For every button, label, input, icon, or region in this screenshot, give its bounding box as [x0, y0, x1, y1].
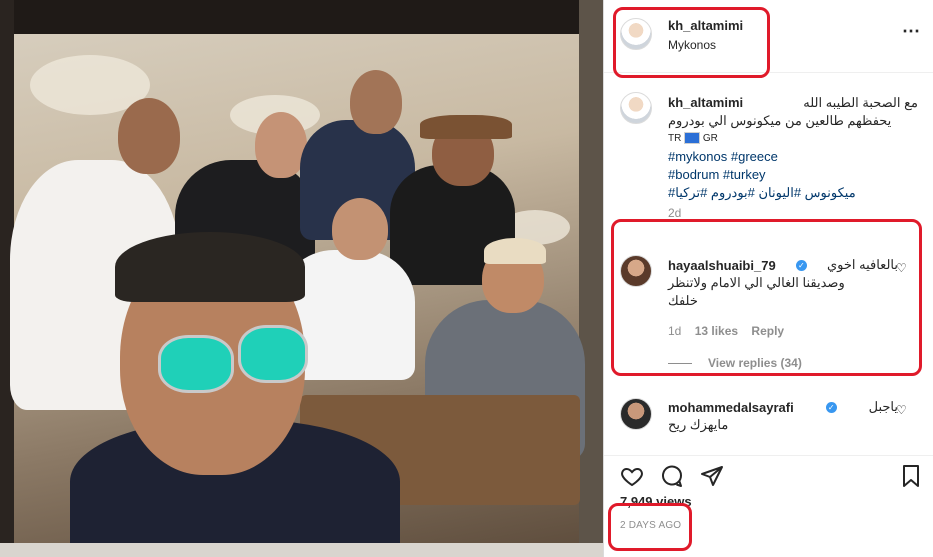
post-photo[interactable] [0, 0, 603, 557]
cabin-wall [579, 0, 603, 557]
caption-flags: TR GR [668, 130, 918, 148]
comment-1-line-1: بالعافيه اخوي [826, 257, 898, 272]
hashtags-line-1[interactable]: #mykonos #greece [668, 148, 918, 166]
comment-1-meta: 1d 13 likes Reply [668, 324, 898, 338]
comment-2-heart-icon[interactable]: ♡ [896, 403, 908, 417]
comment-1-reply[interactable]: Reply [751, 324, 784, 338]
sunglasses-lens [158, 335, 234, 393]
share-icon[interactable] [700, 464, 724, 488]
caption-line-1: مع الصحبة الطيبه الله [803, 95, 918, 110]
post-side-panel: kh_altamimi Mykonos ⋯ kh_altamimi مع الص… [603, 0, 933, 557]
more-icon[interactable]: ⋯ [902, 22, 921, 40]
hashtags-line-2[interactable]: #bodrum #turkey [668, 166, 918, 184]
comment-icon[interactable] [660, 464, 684, 488]
person-head [350, 70, 402, 134]
save-bookmark-icon[interactable] [899, 464, 923, 488]
highlight-box-date [608, 503, 692, 551]
comment-1-line-3: خلفك [668, 293, 698, 308]
action-bar [604, 455, 933, 496]
comment-2: mohammedalsayrafi ✓ ياجبل مايهزك ريح [668, 398, 898, 434]
commenter-avatar[interactable] [620, 398, 652, 430]
flag-label-gr: GR [702, 133, 718, 144]
comment-1-heart-icon[interactable]: ♡ [896, 261, 908, 275]
person-head [332, 198, 388, 260]
comment-2-line-2: مايهزك ريح [668, 417, 729, 432]
flag-label-tr: TR [668, 133, 682, 144]
flag-icon [684, 132, 701, 145]
verified-icon: ✓ [825, 401, 837, 413]
caption: kh_altamimi مع الصحبة الطيبه الله يحفظهم… [668, 94, 918, 222]
caption-line-2: يحفظهم طالعين من ميكونوس الي بودروم [668, 113, 892, 128]
person-head [118, 98, 180, 174]
comment-2-line-1: ياجبل [868, 399, 898, 414]
caption-avatar[interactable] [620, 92, 652, 124]
selfie-person-hair [115, 232, 305, 302]
cap [484, 238, 546, 264]
sunglasses-lens [238, 325, 308, 383]
comment-1-line-2: وصديقنا الغالي الي الامام ولاتنظر [668, 275, 845, 290]
comment-1: hayaalshuaibi_79 ✓ بالعافيه اخوي وصديقنا… [668, 256, 898, 370]
hashtags-line-3[interactable]: ميكونوس #اليونان #بودروم #تركيا# [668, 184, 918, 202]
replies-divider [668, 362, 692, 364]
highlight-box-header [613, 7, 770, 78]
caption-username[interactable]: kh_altamimi [668, 94, 743, 112]
comment-2-username[interactable]: mohammedalsayrafi [668, 400, 794, 415]
hat [420, 115, 512, 139]
photo-bottom-edge [0, 543, 603, 557]
verified-icon: ✓ [795, 259, 807, 271]
commenter-avatar[interactable] [620, 255, 652, 287]
view-replies-label[interactable]: View replies (34) [708, 356, 802, 370]
comment-1-age: 1d [668, 324, 682, 338]
comment-1-likes[interactable]: 13 likes [695, 324, 738, 338]
comment-1-username[interactable]: hayaalshuaibi_79 [668, 258, 776, 273]
view-replies[interactable]: View replies (34) [668, 356, 898, 370]
like-heart-icon[interactable] [620, 464, 644, 488]
cabin-ceiling [0, 0, 603, 34]
